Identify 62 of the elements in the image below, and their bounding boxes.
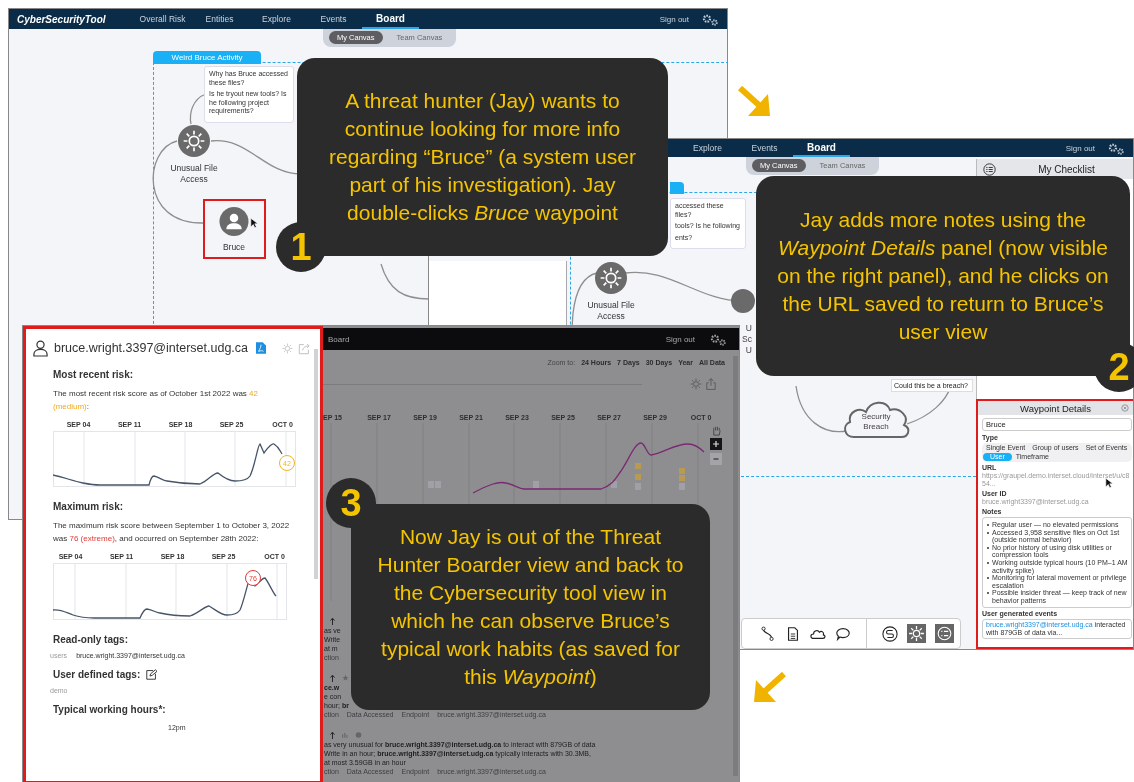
notes-field[interactable] bbox=[982, 517, 1132, 608]
app-title: CyberSecurityTool bbox=[16, 13, 107, 25]
panel-title: My Checklist bbox=[1037, 163, 1096, 175]
node-label: Bruce bbox=[221, 242, 247, 253]
risk-summary: The maximum risk score between September 1 to October 3, 2022 was 76 (extreme), and occurred on September 28th 2022: bbox=[53, 520, 291, 545]
activity-bar bbox=[635, 474, 641, 480]
activity-bar bbox=[611, 481, 617, 488]
arrow-icon bbox=[738, 86, 772, 118]
nav-tab[interactable]: Events bbox=[305, 9, 362, 29]
checklist-tile-icon[interactable] bbox=[935, 624, 954, 643]
callout-text: Now Jay is out of the Threat Hunter Boarder view and back to the Cybersecurity tool view in which he can observe Bruce’s typical work habits (as saved for this Waypoint) bbox=[376, 524, 685, 690]
section-heading: User defined tags: bbox=[53, 669, 141, 680]
risk-summary: The most recent risk score as of October 1st 2022 was 42 (medium): bbox=[53, 388, 259, 413]
node-circle[interactable] bbox=[731, 289, 755, 313]
up-arrow-icon bbox=[329, 731, 336, 739]
section-heading: Most recent risk: bbox=[53, 369, 134, 380]
node-label: Unusual File Access bbox=[586, 300, 636, 322]
path-icon[interactable] bbox=[760, 625, 776, 642]
arrow-icon bbox=[752, 672, 786, 704]
sun-tile-icon[interactable] bbox=[907, 624, 926, 643]
node-label: Sc bbox=[742, 334, 752, 345]
node-label: Security Breach bbox=[860, 412, 892, 432]
sign-out-link[interactable]: Sign out bbox=[1065, 143, 1095, 153]
bar-chart-icon bbox=[342, 731, 349, 739]
swap-icon[interactable] bbox=[882, 625, 898, 642]
section-heading: Maximum risk: bbox=[53, 501, 124, 512]
sign-out-link[interactable]: Sign out bbox=[659, 14, 689, 24]
nav-tab[interactable]: Explore bbox=[679, 139, 736, 157]
up-arrow-icon bbox=[329, 674, 336, 682]
sun-node-icon[interactable] bbox=[595, 262, 627, 294]
edit-icon[interactable] bbox=[146, 669, 158, 680]
nav-tab[interactable]: Entities bbox=[191, 9, 248, 29]
node-label: U bbox=[745, 345, 752, 356]
person-icon bbox=[33, 339, 48, 357]
node-label: U bbox=[745, 323, 752, 334]
activity-bar bbox=[635, 463, 641, 469]
circle-icon bbox=[355, 731, 362, 739]
cursor-icon bbox=[250, 217, 258, 229]
speech-bubble-icon[interactable] bbox=[835, 625, 851, 642]
zoom-in-icon[interactable] bbox=[710, 438, 722, 450]
callout-text: Jay adds more notes using the Waypoint Details panel (now visible on the right panel), and he clicks on the URL saved to return to Bruce’s user view bbox=[776, 207, 1110, 345]
sun-node-icon[interactable] bbox=[178, 125, 210, 157]
pdf-icon[interactable] bbox=[256, 342, 267, 354]
node-label: Unusual File Access bbox=[169, 163, 219, 185]
activity-bar bbox=[533, 481, 539, 488]
callout-text: A threat hunter (Jay) wants to continue looking for more info regarding “Bruce” (a system user part of his investigation). Jay double-clicks Bruce waypoint bbox=[328, 88, 637, 226]
nav-tab[interactable]: Explore bbox=[248, 9, 305, 29]
panel-title: Waypoint Details bbox=[1020, 402, 1091, 414]
nav-tab[interactable]: Board bbox=[328, 334, 666, 344]
section-heading: Read-only tags: bbox=[53, 634, 128, 645]
nav-tab[interactable]: Events bbox=[736, 139, 793, 157]
section-heading: Typical working hours*: bbox=[53, 704, 166, 715]
connector-line bbox=[189, 93, 207, 125]
user-email: bruce.wright.3397@interset.udg.ca bbox=[54, 341, 249, 355]
star-icon[interactable] bbox=[342, 674, 349, 682]
connector-line bbox=[795, 385, 848, 433]
user-node-icon[interactable] bbox=[218, 207, 250, 236]
nav-tab[interactable]: Overall Risk bbox=[134, 9, 191, 29]
scrollbar[interactable] bbox=[314, 349, 318, 579]
document-icon[interactable] bbox=[785, 625, 801, 642]
up-arrow-icon bbox=[329, 617, 336, 625]
sign-out-link[interactable]: Sign out bbox=[665, 334, 695, 344]
